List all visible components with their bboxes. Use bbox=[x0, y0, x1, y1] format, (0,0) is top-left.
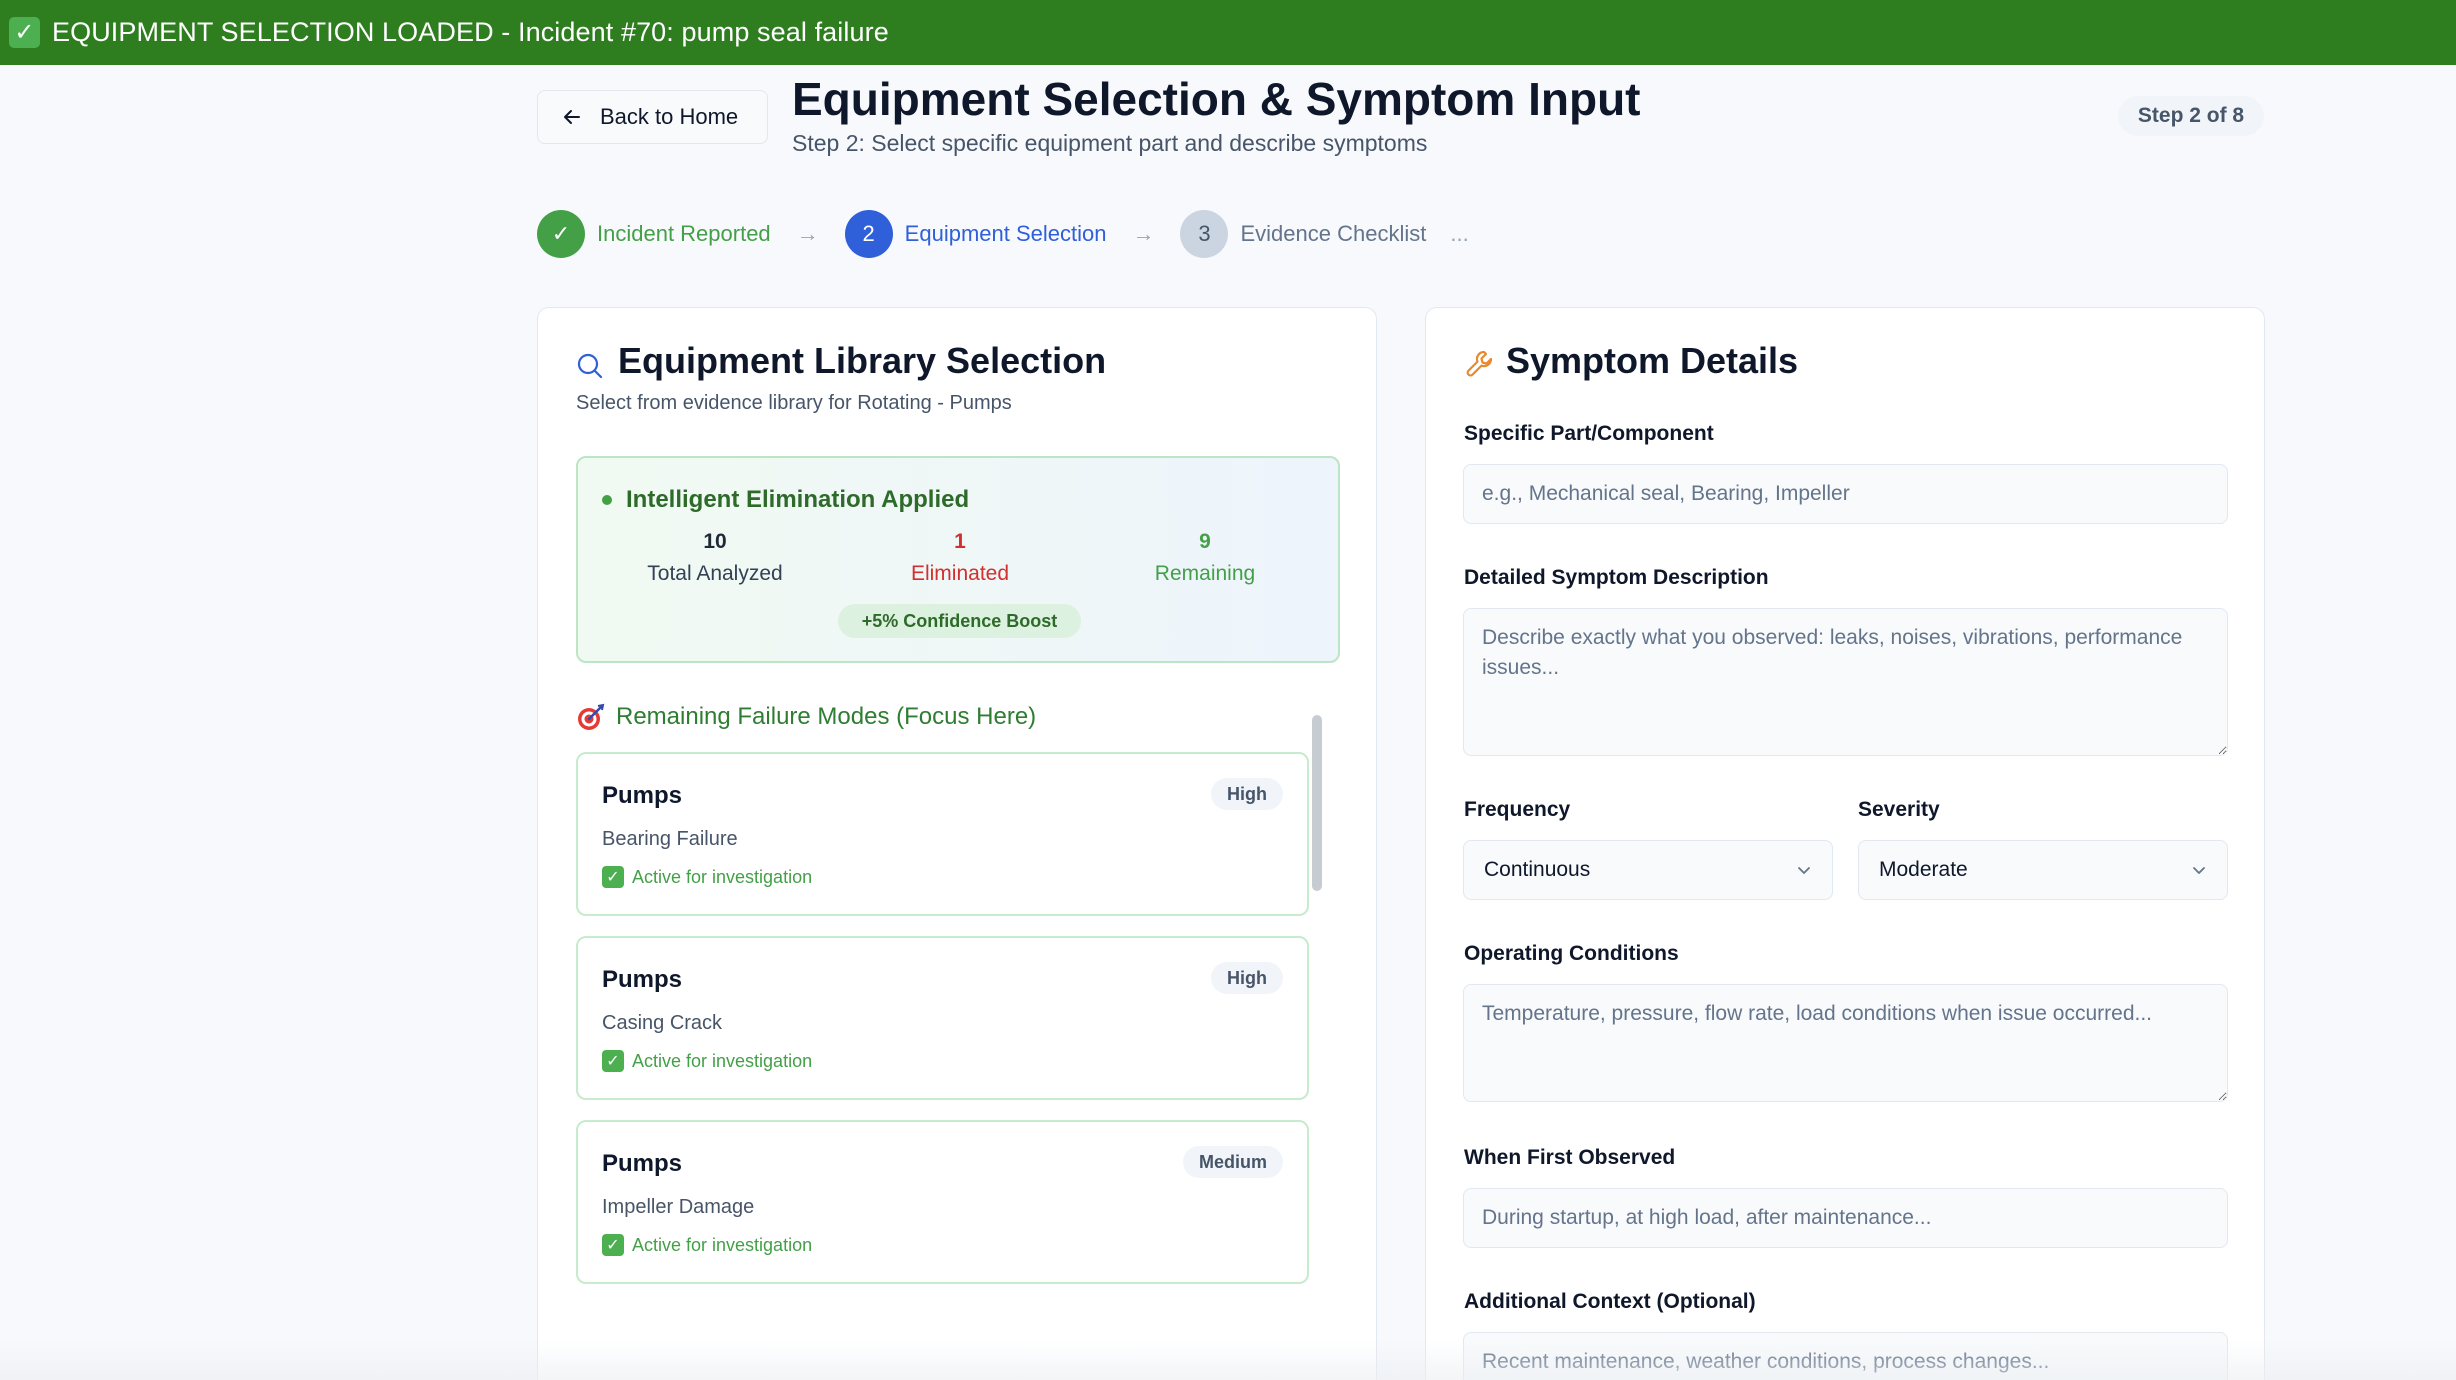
priority-badge: Medium bbox=[1182, 1146, 1283, 1178]
part-component-input[interactable] bbox=[1463, 464, 2228, 524]
frequency-value: Continuous bbox=[1484, 858, 1591, 881]
check-mark-icon: ✓ bbox=[602, 866, 624, 888]
description-field-label: Detailed Symptom Description bbox=[1464, 566, 1769, 589]
back-to-home-label: Back to Home bbox=[600, 104, 739, 129]
step-1-check-icon: ✓ bbox=[537, 210, 585, 258]
elimination-title: Intelligent Elimination Applied bbox=[626, 486, 970, 513]
equipment-name: Pumps bbox=[602, 782, 683, 809]
failure-mode-name: Casing Crack bbox=[602, 1012, 723, 1034]
status-text: Active for investigation bbox=[632, 1050, 813, 1071]
status-banner: ✓ EQUIPMENT SELECTION LOADED - Incident … bbox=[0, 0, 2456, 65]
severity-select[interactable]: Moderate bbox=[1858, 840, 2228, 900]
stat-label: Eliminated bbox=[910, 562, 1010, 585]
equipment-name: Pumps bbox=[602, 1150, 683, 1177]
additional-context-input[interactable] bbox=[1463, 1332, 2228, 1380]
check-mark-icon: ✓ bbox=[602, 1050, 624, 1072]
scrollbar[interactable] bbox=[1309, 705, 1323, 1345]
priority-badge: High bbox=[1211, 778, 1283, 810]
banner-text: EQUIPMENT SELECTION LOADED - Incident #7… bbox=[52, 17, 889, 47]
frequency-select[interactable]: Continuous bbox=[1463, 840, 1833, 900]
elimination-header: Intelligent Elimination Applied bbox=[602, 486, 969, 514]
failure-mode-card[interactable]: Pumps High Casing Crack ✓ Active for inv… bbox=[576, 936, 1309, 1100]
stat-label: Remaining bbox=[1154, 562, 1256, 585]
page-title: Equipment Selection & Symptom Input bbox=[792, 73, 1641, 125]
equipment-library-title: Equipment Library Selection bbox=[618, 340, 1107, 381]
search-icon bbox=[577, 353, 603, 379]
page-subtitle: Step 2: Select specific equipment part a… bbox=[792, 130, 1428, 156]
chevron-down-icon bbox=[1798, 867, 1810, 874]
stat-remaining: 9 Remaining bbox=[1085, 530, 1325, 586]
severity-field-label: Severity bbox=[1858, 798, 1940, 821]
target-icon bbox=[578, 703, 605, 730]
first-observed-input[interactable] bbox=[1463, 1188, 2228, 1248]
check-mark-icon: ✓ bbox=[602, 1234, 624, 1256]
scrollbar-thumb[interactable] bbox=[1312, 715, 1322, 891]
step-3-label[interactable]: Evidence Checklist bbox=[1240, 221, 1426, 247]
back-to-home-button[interactable]: Back to Home bbox=[537, 90, 768, 144]
more-steps-ellipsis: ... bbox=[1450, 221, 1469, 246]
first-observed-field-label: When First Observed bbox=[1464, 1146, 1676, 1169]
confidence-boost-badge: +5% Confidence Boost bbox=[838, 604, 1081, 638]
chevron-down-icon bbox=[2193, 867, 2205, 874]
step-3-circle: 3 bbox=[1180, 210, 1229, 258]
stat-eliminated: 1 Eliminated bbox=[840, 530, 1080, 586]
failure-modes-list[interactable]: Pumps High Bearing Failure ✓ Active for … bbox=[576, 752, 1346, 1380]
stat-value: 10 bbox=[703, 530, 727, 553]
conditions-field-label: Operating Conditions bbox=[1464, 942, 1679, 965]
stat-value: 1 bbox=[954, 530, 966, 553]
equipment-name: Pumps bbox=[602, 966, 683, 993]
failure-mode-card[interactable]: Pumps High Bearing Failure ✓ Active for … bbox=[576, 752, 1309, 916]
status-text: Active for investigation bbox=[632, 866, 813, 887]
severity-value: Moderate bbox=[1879, 858, 1968, 881]
remaining-modes-title: Remaining Failure Modes (Focus Here) bbox=[616, 703, 1037, 730]
operating-conditions-textarea[interactable] bbox=[1463, 984, 2228, 1102]
failure-mode-status: ✓ Active for investigation bbox=[602, 1234, 812, 1256]
failure-mode-name: Impeller Damage bbox=[602, 1196, 755, 1218]
failure-mode-status: ✓ Active for investigation bbox=[602, 1050, 812, 1072]
symptom-details-card: Symptom Details Specific Part/Component … bbox=[1425, 307, 2265, 1380]
stat-total-analyzed: 10 Total Analyzed bbox=[595, 530, 835, 586]
step-2-label[interactable]: Equipment Selection bbox=[905, 221, 1107, 247]
remaining-modes-header: Remaining Failure Modes (Focus Here) bbox=[576, 702, 1036, 732]
part-field-label: Specific Part/Component bbox=[1464, 422, 1714, 445]
equipment-library-subtitle: Select from evidence library for Rotatin… bbox=[576, 392, 1012, 414]
wrench-icon bbox=[1466, 350, 1493, 377]
symptom-details-title: Symptom Details bbox=[1506, 340, 1799, 381]
failure-mode-status: ✓ Active for investigation bbox=[602, 866, 812, 888]
equipment-library-card: Equipment Library Selection Select from … bbox=[537, 307, 1377, 1380]
step-1-label[interactable]: Incident Reported bbox=[597, 221, 771, 247]
arrow-right-icon: → bbox=[796, 221, 819, 246]
failure-mode-card[interactable]: Pumps Medium Impeller Damage ✓ Active fo… bbox=[576, 1120, 1309, 1284]
check-mark-icon: ✓ bbox=[9, 17, 40, 48]
priority-badge: High bbox=[1211, 962, 1283, 994]
elimination-summary: Intelligent Elimination Applied 10 Total… bbox=[576, 456, 1340, 663]
status-dot-icon bbox=[602, 495, 612, 505]
progress-stepper: ✓ Incident Reported → 2 Equipment Select… bbox=[537, 210, 1469, 258]
arrow-right-icon: → bbox=[1132, 221, 1155, 246]
failure-mode-name: Bearing Failure bbox=[602, 828, 738, 850]
symptom-description-textarea[interactable] bbox=[1463, 608, 2228, 756]
frequency-field-label: Frequency bbox=[1464, 798, 1571, 821]
step-2-circle: 2 bbox=[844, 210, 893, 258]
status-text: Active for investigation bbox=[632, 1234, 813, 1255]
stat-value: 9 bbox=[1199, 530, 1211, 553]
context-field-label: Additional Context (Optional) bbox=[1464, 1290, 1756, 1313]
arrow-left-icon bbox=[564, 110, 580, 124]
step-badge: Step 2 of 8 bbox=[2118, 96, 2264, 136]
stat-label: Total Analyzed bbox=[647, 562, 783, 585]
